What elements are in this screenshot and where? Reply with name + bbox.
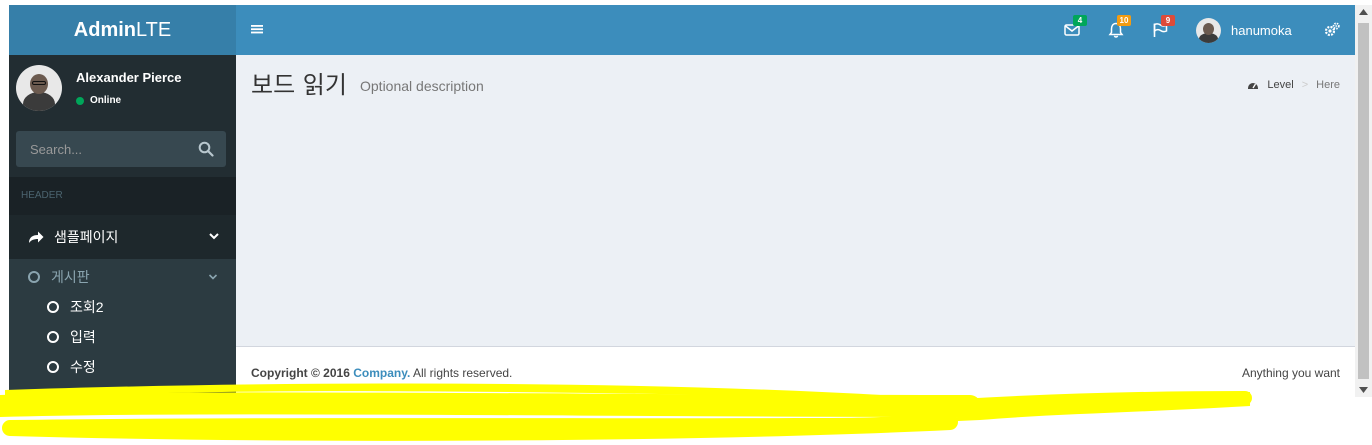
messages-menu[interactable]: 4 xyxy=(1063,15,1087,39)
circle-icon xyxy=(47,391,59,397)
top-navbar: 4 10 9 hanumoka xyxy=(236,5,1355,55)
breadcrumb-here: Here xyxy=(1316,79,1340,91)
company-link[interactable]: Company. xyxy=(353,366,410,380)
tree-item-view[interactable]: 조회 xyxy=(9,382,236,397)
status-dot-icon xyxy=(76,96,84,105)
search-icon[interactable] xyxy=(198,141,214,157)
tree-item-board[interactable]: 게시판 xyxy=(9,262,236,292)
tree-item-view2[interactable]: 조회2 xyxy=(9,292,236,322)
sidebar-toggle-icon[interactable] xyxy=(250,22,264,36)
footer-right-text: Anything you want xyxy=(1241,366,1340,380)
gears-icon[interactable] xyxy=(1323,21,1341,39)
page-description: Optional description xyxy=(360,78,484,94)
user-status-label: Online xyxy=(90,95,122,106)
copyright: Copyright © 2016 Company. All rights res… xyxy=(251,366,512,380)
tasks-badge: 9 xyxy=(1161,15,1175,26)
tree-item-label: 입력 xyxy=(70,329,96,345)
messages-badge: 4 xyxy=(1073,15,1087,26)
sidebar-item-label: 샘플페이지 xyxy=(54,229,119,245)
logo-bold: Admin xyxy=(73,18,136,41)
scroll-thumb[interactable] xyxy=(1358,23,1369,379)
user-name: Alexander Pierce xyxy=(76,70,182,85)
circle-icon xyxy=(28,271,40,283)
notifications-badge: 10 xyxy=(1117,15,1131,26)
rights-text: All rights reserved. xyxy=(413,366,513,380)
tree-item-edit[interactable]: 수정 xyxy=(9,352,236,382)
sidebar-header-label: HEADER xyxy=(9,177,236,215)
search-input[interactable] xyxy=(16,131,196,167)
share-icon xyxy=(29,231,44,243)
page-title: 보드 읽기 xyxy=(251,71,347,99)
breadcrumb-level[interactable]: Level xyxy=(1267,79,1293,91)
search-box xyxy=(16,131,226,167)
tasks-menu[interactable]: 9 xyxy=(1151,15,1175,39)
circle-icon xyxy=(47,331,59,343)
copyright-prefix: Copyright © 2016 xyxy=(251,366,350,380)
scroll-up-arrow-icon[interactable] xyxy=(1359,9,1368,15)
circle-icon xyxy=(47,301,59,313)
user-status: Online xyxy=(76,95,121,106)
avatar xyxy=(1196,18,1221,43)
content-wrapper: 보드 읽기 Optional description Level > Here xyxy=(236,55,1355,346)
main-footer: Copyright © 2016 Company. All rights res… xyxy=(236,346,1355,398)
breadcrumb-separator: > xyxy=(1301,79,1309,91)
tree-item-label: 조회2 xyxy=(70,299,104,315)
chevron-down-icon xyxy=(209,233,219,240)
scrollbar[interactable] xyxy=(1355,5,1372,397)
sidebar-item-sample-page[interactable]: 샘플페이지 xyxy=(9,215,236,259)
admin-page: AdminLTE Alexander Pierce Online HEADER xyxy=(0,0,1372,445)
sidebar: AdminLTE Alexander Pierce Online HEADER xyxy=(9,5,236,397)
notifications-menu[interactable]: 10 xyxy=(1107,15,1131,39)
tree-item-label: 조회 xyxy=(70,389,96,397)
tree-item-label: 수정 xyxy=(70,359,96,375)
tree-item-input[interactable]: 입력 xyxy=(9,322,236,352)
logo[interactable]: Admin LTE xyxy=(9,5,236,55)
sidebar-search xyxy=(9,127,236,177)
dashboard-icon xyxy=(1248,83,1259,89)
nav-username: hanumoka xyxy=(1231,23,1292,38)
scroll-down-arrow-icon[interactable] xyxy=(1359,387,1368,393)
user-menu[interactable]: hanumoka xyxy=(1196,18,1292,43)
tree-item-label: 게시판 xyxy=(51,269,90,285)
treeview-menu: 게시판 조회2 입력 수정 조회 xyxy=(9,259,236,397)
circle-icon xyxy=(47,361,59,373)
left-gutter xyxy=(0,0,9,445)
user-panel: Alexander Pierce Online xyxy=(9,55,236,127)
breadcrumb: Level > Here xyxy=(1247,79,1340,91)
chevron-down-icon xyxy=(208,274,218,280)
logo-light: LTE xyxy=(136,18,172,41)
avatar xyxy=(16,65,62,111)
